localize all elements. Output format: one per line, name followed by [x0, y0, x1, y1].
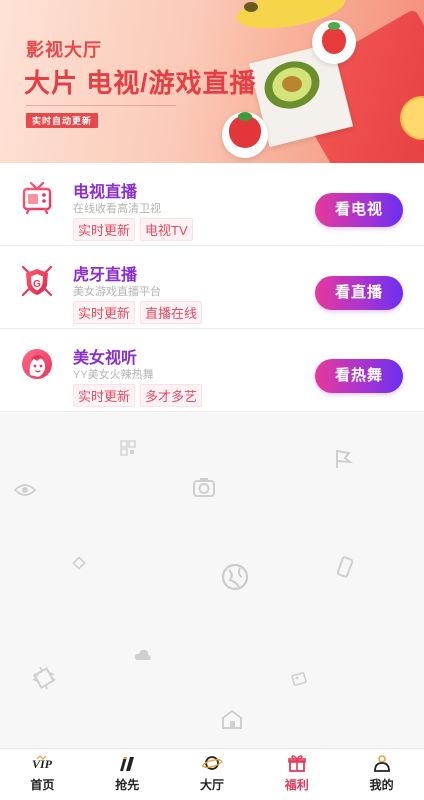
banner-title: 大片 电视/游戏直播: [24, 68, 257, 98]
tab-label: 抢先: [115, 778, 140, 792]
cloud-icon: [134, 649, 151, 660]
strawberry-decoration: [322, 28, 346, 54]
game-shield-icon: G: [21, 265, 53, 297]
leaf-decoration: [328, 22, 340, 30]
tab-label: 福利: [284, 778, 309, 792]
channel-tags: 实时更新 多才多艺: [73, 384, 203, 407]
tab-home[interactable]: VIP 首页: [0, 749, 85, 800]
channel-name: 美女视听: [73, 350, 138, 367]
channel-name: 电视直播: [73, 184, 138, 201]
tab-preview[interactable]: 抢先: [85, 749, 170, 800]
tab-label: 我的: [369, 778, 394, 792]
tag: 实时更新: [73, 218, 136, 241]
tab-welfare[interactable]: 福利: [254, 749, 339, 800]
channel-name: 虎牙直播: [73, 267, 138, 284]
channel-desc: YY美女火辣热舞: [73, 369, 154, 381]
tab-hall[interactable]: 大厅: [170, 749, 255, 800]
chip-icon: [32, 666, 56, 690]
channel-list: 电视直播 在线收看高清卫视 实时更新 电视TV 看电视 G 虎牙直播 美女游戏直…: [0, 163, 424, 412]
tab-mine[interactable]: 我的: [339, 749, 424, 800]
flag-icon: [336, 449, 354, 468]
image-icon: [291, 672, 307, 686]
list-item[interactable]: 电视直播 在线收看高清卫视 实时更新 电视TV 看电视: [0, 163, 424, 246]
tag: 实时更新: [73, 384, 136, 407]
channel-desc: 美女游戏直播平台: [73, 286, 161, 298]
banner-subtitle: 影视大厅: [26, 40, 102, 60]
bottom-tab-bar: VIP 首页 抢先 大厅 福利 我的: [0, 748, 424, 800]
globe-icon: [221, 563, 249, 591]
planet-icon: [202, 756, 222, 770]
channel-desc: 在线收看高清卫视: [73, 203, 161, 215]
svg-text:G: G: [33, 279, 41, 290]
channel-tags: 实时更新 电视TV: [73, 218, 193, 241]
channel-tags: 实时更新 直播在线: [73, 301, 203, 324]
tab-label: 大厅: [199, 778, 224, 792]
phone-icon: [336, 556, 354, 578]
gift-icon: [287, 755, 306, 772]
avocado-pit-decoration: [282, 76, 302, 92]
list-item[interactable]: G 虎牙直播 美女游戏直播平台 实时更新 直播在线 看直播: [0, 246, 424, 329]
tag: 多才多艺: [140, 384, 203, 407]
svg-text:VIP: VIP: [32, 757, 52, 771]
tag: 实时更新: [73, 301, 136, 324]
tab-label: 首页: [30, 778, 55, 792]
banner-badge: 实时自动更新: [26, 113, 99, 128]
watch-dance-button[interactable]: 看热舞: [315, 359, 403, 393]
vip-icon: VIP: [32, 755, 52, 771]
user-icon: [373, 755, 390, 772]
banner-divider: [26, 105, 176, 106]
house-icon: [222, 709, 242, 729]
leaf-decoration: [238, 112, 252, 121]
tag: 电视TV: [140, 218, 193, 241]
watch-live-button[interactable]: 看直播: [315, 276, 403, 310]
promo-banner[interactable]: 影视大厅 大片 电视/游戏直播 实时自动更新: [0, 0, 424, 163]
eye-icon: [14, 484, 36, 496]
watch-tv-button[interactable]: 看电视: [315, 193, 403, 227]
list-item[interactable]: 美女视听 YY美女火辣热舞 实时更新 多才多艺 看热舞: [0, 329, 424, 412]
woman-face-icon: [22, 349, 52, 379]
tv-icon: [22, 181, 52, 215]
film-icon: [120, 757, 135, 771]
qr-code-icon: [120, 440, 136, 456]
tag: 直播在线: [140, 301, 203, 324]
camera-icon: [193, 478, 215, 497]
banana-tip-decoration: [244, 2, 258, 12]
diamond-icon: [72, 556, 86, 570]
